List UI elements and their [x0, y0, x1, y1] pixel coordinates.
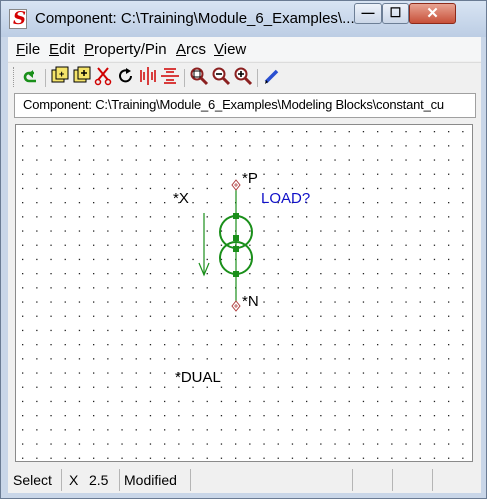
- zoom-out-icon: [212, 67, 231, 86]
- component-path-field[interactable]: Component: C:\Training\Module_6_Examples…: [14, 93, 476, 118]
- menu-arcs[interactable]: Arcs: [176, 41, 206, 58]
- zoom-out-button[interactable]: [211, 66, 231, 86]
- cut-button[interactable]: [94, 66, 114, 86]
- add-pin-icon: +: [51, 66, 69, 83]
- toolbar-grip[interactable]: [13, 67, 15, 87]
- pin-n-label[interactable]: *N: [242, 293, 259, 310]
- status-mode: Select: [13, 472, 52, 488]
- menu-view[interactable]: View: [214, 41, 246, 58]
- status-divider: [432, 469, 433, 491]
- undo-icon: [23, 70, 36, 83]
- maximize-icon: ☐: [389, 5, 402, 20]
- minimize-icon: —: [361, 5, 375, 20]
- menu-file[interactable]: File: [16, 41, 40, 58]
- add-property-button[interactable]: [72, 66, 92, 86]
- status-axis: X: [69, 472, 79, 488]
- status-bar: Select X 2.5 Modified: [8, 467, 481, 493]
- connection-node-center-bottom: [233, 246, 239, 252]
- mirror-icon: [140, 67, 156, 85]
- status-state: Modified: [124, 472, 177, 488]
- client-area: File Edit Property/Pin Arcs View + Compo…: [8, 37, 481, 493]
- cut-icon: [94, 67, 112, 86]
- edit-pencil-icon: [264, 69, 279, 84]
- close-button[interactable]: ✕: [409, 3, 456, 24]
- add-property-icon: [73, 66, 91, 83]
- zoom-in-icon: [234, 67, 253, 86]
- window-title: Component: C:\Training\Module_6_Examples…: [35, 10, 355, 27]
- title-bar[interactable]: S Component: C:\Training\Module_6_Exampl…: [1, 1, 486, 37]
- status-divider: [61, 469, 62, 491]
- connection-node-bottom: [233, 271, 239, 277]
- component-editor-window: S Component: C:\Training\Module_6_Exampl…: [0, 0, 487, 499]
- connection-node-top: [233, 213, 239, 219]
- status-divider: [190, 469, 191, 491]
- menu-bar: File Edit Property/Pin Arcs View: [8, 37, 481, 61]
- menu-edit[interactable]: Edit: [49, 41, 75, 58]
- rotate-icon: [119, 68, 132, 83]
- edit-pencil-button[interactable]: [262, 66, 282, 86]
- svg-text:+: +: [59, 69, 64, 79]
- close-icon: ✕: [426, 5, 439, 22]
- flip-button[interactable]: [160, 66, 180, 86]
- flip-icon: [161, 68, 179, 84]
- zoom-region-button[interactable]: [189, 66, 209, 86]
- node-x-label[interactable]: *X: [173, 190, 189, 207]
- undo-button[interactable]: [21, 66, 41, 86]
- status-divider: [392, 469, 393, 491]
- pin-p-label[interactable]: *P: [242, 170, 258, 187]
- zoom-in-button[interactable]: [233, 66, 253, 86]
- add-pin-button[interactable]: +: [50, 66, 70, 86]
- connection-node-center-top: [233, 235, 239, 241]
- dual-label[interactable]: *DUAL: [175, 369, 221, 386]
- toolbar-separator: [257, 69, 258, 87]
- app-logo-icon[interactable]: S: [9, 8, 27, 29]
- rotate-button[interactable]: [116, 66, 136, 86]
- minimize-button[interactable]: —: [354, 3, 382, 24]
- pin-p-marker[interactable]: [231, 179, 241, 191]
- load-label[interactable]: LOAD?: [261, 190, 310, 207]
- toolbar-separator: [45, 69, 46, 87]
- menu-property-pin[interactable]: Property/Pin: [84, 41, 167, 58]
- status-divider: [119, 469, 120, 491]
- mirror-button[interactable]: [138, 66, 158, 86]
- current-source-symbol[interactable]: *P LOAD? *X *N *DUAL: [16, 125, 473, 462]
- component-path-text: Component: C:\Training\Module_6_Examples…: [23, 97, 444, 112]
- status-coordinate: 2.5: [89, 472, 109, 488]
- toolbar: +: [8, 62, 481, 90]
- maximize-button[interactable]: ☐: [382, 3, 409, 24]
- status-divider: [352, 469, 353, 491]
- pin-n-marker[interactable]: [231, 300, 241, 312]
- zoom-region-icon: [190, 67, 209, 86]
- schematic-canvas[interactable]: *P LOAD? *X *N *DUAL: [15, 124, 473, 462]
- toolbar-separator: [184, 69, 185, 87]
